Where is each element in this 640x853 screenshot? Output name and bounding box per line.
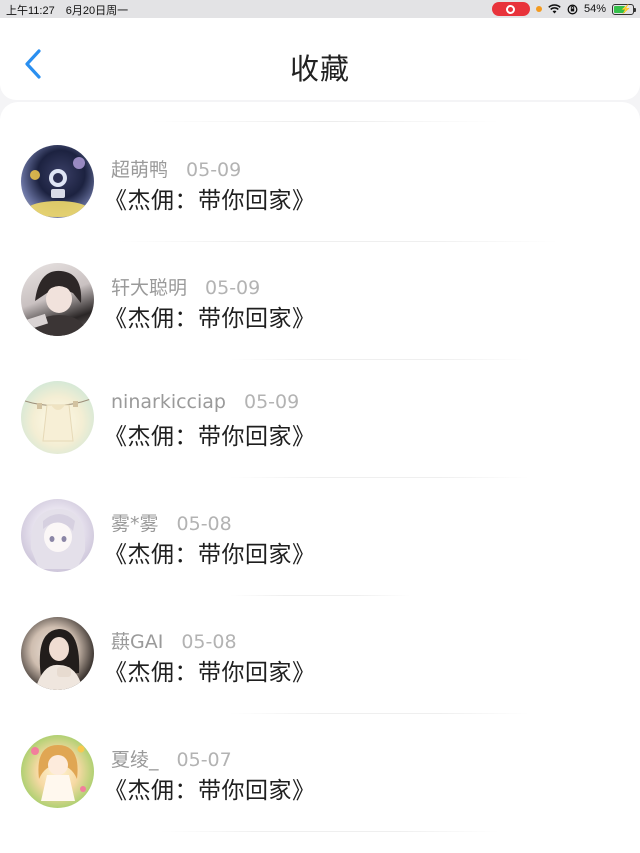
- avatar[interactable]: [21, 499, 94, 572]
- wifi-icon: [548, 4, 561, 14]
- favorite-item[interactable]: 轩大聪明 05-09 《杰佣：带你回家》: [0, 263, 640, 381]
- battery-icon: ⚡: [612, 3, 636, 15]
- story-title[interactable]: 《杰佣：带你回家》: [104, 771, 316, 805]
- author-line: 蕻GAI 05-08: [111, 627, 237, 654]
- page-title: 收藏: [289, 52, 350, 86]
- author-line: 夏绫_ 05-07: [111, 745, 232, 772]
- avatar[interactable]: [21, 145, 94, 218]
- author-line: 超萌鸭 05-09: [111, 155, 241, 182]
- story-title[interactable]: 《杰佣：带你回家》: [104, 181, 316, 215]
- avatar-image: [35, 629, 83, 690]
- author-name: 雾*雾: [111, 513, 159, 535]
- story-title[interactable]: 《杰佣：带你回家》: [104, 653, 316, 687]
- navigation-bar: 收藏: [0, 18, 640, 100]
- avatar-image: [24, 398, 92, 442]
- mic-in-use-dot: [535, 6, 542, 12]
- story-title[interactable]: 《杰佣：带你回家》: [104, 535, 316, 569]
- favorite-item[interactable]: ninarkicciap 05-09 《杰佣：带你回家》: [0, 381, 640, 499]
- item-divider: [118, 241, 558, 242]
- avatar[interactable]: [21, 263, 94, 336]
- item-divider: [230, 359, 530, 360]
- favorites-list: 超萌鸭 05-09 《杰佣：带你回家》 轩大聪明 05-09 《杰佣：带你回家》: [0, 102, 640, 853]
- avatar-image: [30, 509, 86, 569]
- author-name: 夏绫_: [111, 749, 159, 771]
- post-date: 05-09: [186, 159, 242, 181]
- post-date: 05-07: [176, 749, 232, 771]
- favorite-item[interactable]: 蕻GAI 05-08 《杰佣：带你回家》: [0, 617, 640, 735]
- author-name: 轩大聪明: [111, 277, 188, 299]
- post-date: 05-08: [176, 513, 232, 535]
- item-divider: [160, 831, 500, 832]
- status-time: 上午11:27: [6, 5, 55, 17]
- avatar-image: [23, 270, 89, 336]
- battery-percent: 54%: [583, 3, 606, 15]
- status-bar-right: 54% ⚡: [491, 1, 636, 17]
- list-top-divider: [150, 121, 500, 122]
- record-icon: [506, 4, 516, 14]
- avatar-image: [31, 745, 86, 801]
- avatar[interactable]: [21, 381, 94, 454]
- favorite-item[interactable]: 雾*雾 05-08 《杰佣：带你回家》: [0, 499, 640, 617]
- favorite-item[interactable]: 夏绫_ 05-07 《杰佣：带你回家》: [0, 735, 640, 853]
- status-bar-left: 上午11:27 6月20日周一: [6, 2, 136, 18]
- avatar[interactable]: [21, 735, 94, 808]
- author-name: ninarkicciap: [111, 391, 226, 413]
- screen-recording-indicator[interactable]: [491, 2, 530, 16]
- author-name: 蕻GAI: [111, 631, 164, 653]
- rotation-lock-icon: [567, 4, 578, 14]
- charging-icon: ⚡: [620, 3, 632, 14]
- item-divider: [230, 713, 530, 714]
- item-divider: [230, 477, 530, 478]
- status-bar: 上午11:27 6月20日周一 54% ⚡: [0, 0, 640, 18]
- avatar-image: [28, 157, 88, 217]
- favorite-item[interactable]: 超萌鸭 05-09 《杰佣：带你回家》: [0, 145, 640, 263]
- author-line: ninarkicciap 05-09: [111, 391, 299, 413]
- story-title[interactable]: 《杰佣：带你回家》: [104, 299, 316, 333]
- status-date: 6月20日周一: [65, 5, 129, 17]
- author-name: 超萌鸭: [111, 159, 169, 181]
- story-title[interactable]: 《杰佣：带你回家》: [104, 417, 316, 451]
- author-line: 雾*雾 05-08: [111, 509, 232, 536]
- item-divider: [230, 595, 410, 596]
- avatar[interactable]: [21, 617, 94, 690]
- author-line: 轩大聪明 05-09: [111, 273, 260, 300]
- post-date: 05-08: [181, 631, 237, 653]
- post-date: 05-09: [243, 391, 300, 413]
- post-date: 05-09: [205, 277, 261, 299]
